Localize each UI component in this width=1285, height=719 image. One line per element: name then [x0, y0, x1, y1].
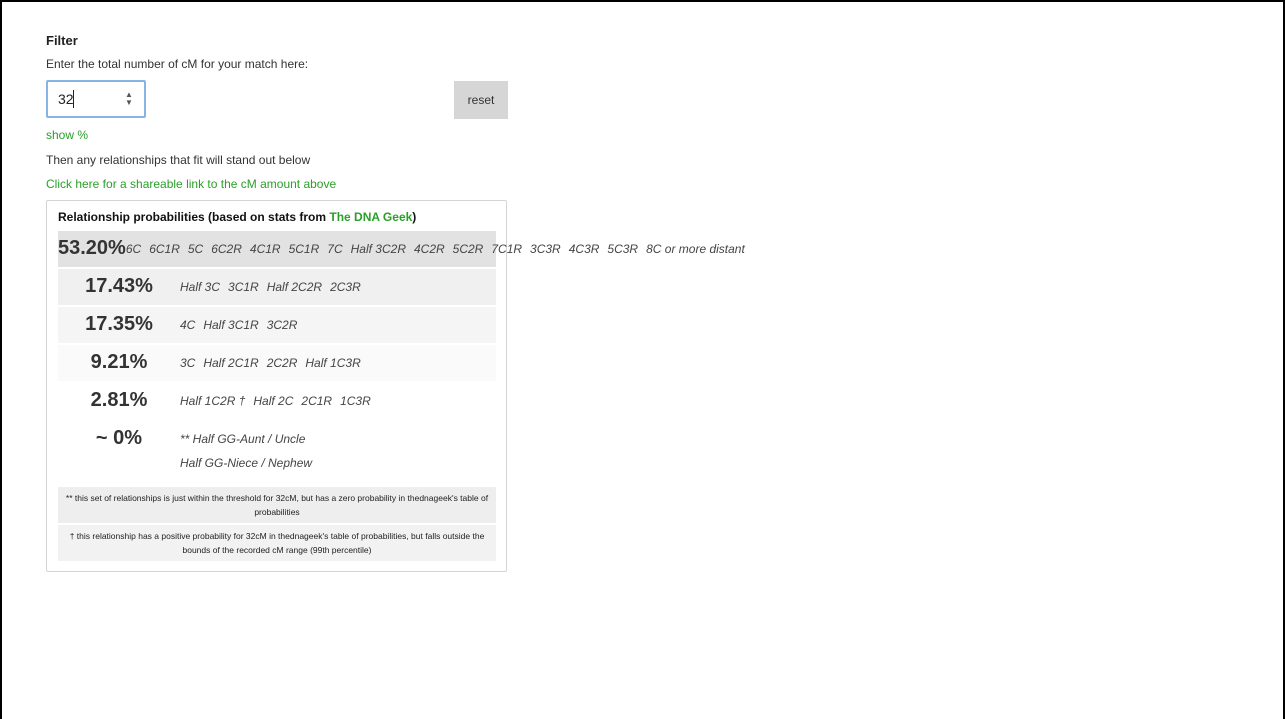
- spinner-icon[interactable]: ▲ ▼: [124, 91, 134, 109]
- instruction-text: Then any relationships that fit will sta…: [46, 153, 311, 167]
- dna-geek-link[interactable]: The DNA Geek: [329, 210, 412, 224]
- note-out-of-range: † this relationship has a positive proba…: [58, 525, 496, 561]
- relationship-item: 6C1R: [149, 242, 180, 256]
- relationship-list: Half 1C2R † Half 2C 2C1R 1C3R: [180, 389, 496, 413]
- filter-section: Filter Enter the total number of cM for …: [46, 33, 745, 572]
- relationship-item: Half 2C2R: [266, 280, 323, 294]
- relationship-item: 3C1R: [228, 280, 259, 294]
- text-caret: [73, 90, 74, 108]
- relationship-item: 7C1R: [491, 242, 523, 256]
- probability-percent: 17.35%: [85, 313, 153, 335]
- relationship-list: 3C Half 2C1R 2C2R Half 1C3R: [180, 351, 496, 375]
- probability-row: 53.20% 6C 6C1R 5C 6C2R 4C1R 5C1R 7C Half 3C2R 4C2…: [58, 231, 745, 269]
- relationship-item: 6C: [125, 242, 142, 256]
- panel-title-suffix: ): [412, 210, 417, 224]
- relationship-item: Half GG-Niece / Nephew: [180, 456, 313, 470]
- relationship-item: 4C: [180, 318, 196, 332]
- probability-percent: ~ 0%: [95, 427, 143, 449]
- panel-title-prefix: Relationship probabilities (based on sta…: [58, 210, 330, 224]
- relationship-item: 3C2R: [266, 318, 298, 332]
- relationship-item: 5C2R: [452, 242, 484, 256]
- relationship-item: 5C1R: [288, 242, 320, 256]
- relationship-item: 2C2R: [266, 356, 298, 370]
- relationship-item: 3C: [180, 356, 196, 370]
- input-row: 32 ▲ ▼ reset: [46, 80, 508, 120]
- share-link[interactable]: Click here for a shareable link to the c…: [46, 177, 508, 191]
- relationship-item: 2C1R: [301, 394, 333, 408]
- cm-value: 32: [58, 91, 74, 107]
- probability-percent: 17.43%: [85, 275, 153, 297]
- probability-percent: 53.20%: [58, 237, 126, 259]
- cm-prompt: Enter the total number of cM for your ma…: [46, 57, 309, 71]
- relationship-item: Half 3C: [180, 280, 221, 294]
- probability-row: 9.21% 3C Half 2C1R 2C2R Half 1C3R: [58, 345, 496, 383]
- probability-row: 2.81% Half 1C2R † Half 2C 2C1R 1C3R: [58, 383, 496, 421]
- relationship-item: Half 3C2R: [350, 242, 406, 256]
- relationship-item: Half 2C: [253, 394, 294, 408]
- probability-percent: 2.81%: [90, 389, 148, 411]
- relationship-item: Half 3C1R: [203, 318, 259, 332]
- relationship-list: 6C 6C1R 5C 6C2R 4C1R 5C1R 7C Half 3C2R 4C2R 5C2R 7…: [126, 237, 753, 261]
- relationship-item: 1C3R: [340, 394, 371, 408]
- relationship-item: Half 1C2R †: [180, 394, 246, 408]
- relationship-item: 7C: [327, 242, 343, 256]
- relationship-item: 2C3R: [330, 280, 361, 294]
- relationship-item: 8C or more distant: [646, 242, 745, 256]
- relationship-item: 4C3R: [568, 242, 600, 256]
- relationship-item: Half 2C1R: [203, 356, 259, 370]
- probability-percent: 9.21%: [90, 351, 148, 373]
- relationship-item: 4C2R: [413, 242, 445, 256]
- probability-panel: Relationship probabilities (based on sta…: [46, 200, 745, 572]
- relationship-item: 4C1R: [249, 242, 281, 256]
- note-zero-probability: ** this set of relationships is just wit…: [58, 487, 496, 523]
- relationship-list: ** Half GG-Aunt / Uncle Half GG-Niece / N…: [180, 427, 496, 475]
- relationship-item: ** Half GG-Aunt / Uncle: [180, 432, 306, 446]
- relationship-list: 4C Half 3C1R 3C2R: [180, 313, 496, 337]
- relationship-item: Half 1C3R: [305, 356, 361, 370]
- probability-row: 17.35% 4C Half 3C1R 3C2R: [58, 307, 496, 345]
- cm-number-input[interactable]: 32 ▲ ▼: [46, 80, 146, 118]
- probability-row: 17.43% Half 3C 3C1R Half 2C2R 2C3R: [58, 269, 496, 307]
- panel-title: Relationship probabilities (based on sta…: [58, 210, 496, 224]
- filter-title: Filter: [46, 33, 78, 48]
- relationship-item: 3C3R: [530, 242, 561, 256]
- relationship-list: Half 3C 3C1R Half 2C2R 2C3R: [180, 275, 496, 299]
- probability-rows: 53.20% 6C 6C1R 5C 6C2R 4C1R 5C1R 7C Half 3C2R 4C2…: [58, 231, 745, 485]
- reset-button[interactable]: reset: [454, 81, 508, 119]
- relationship-item: 5C3R: [607, 242, 639, 256]
- show-percent-link[interactable]: show %: [46, 128, 508, 142]
- relationship-item: 6C2R: [211, 242, 242, 256]
- probability-row: ~ 0% ** Half GG-Aunt / Uncle Half GG-Niece…: [58, 421, 496, 485]
- relationship-item: 5C: [187, 242, 204, 256]
